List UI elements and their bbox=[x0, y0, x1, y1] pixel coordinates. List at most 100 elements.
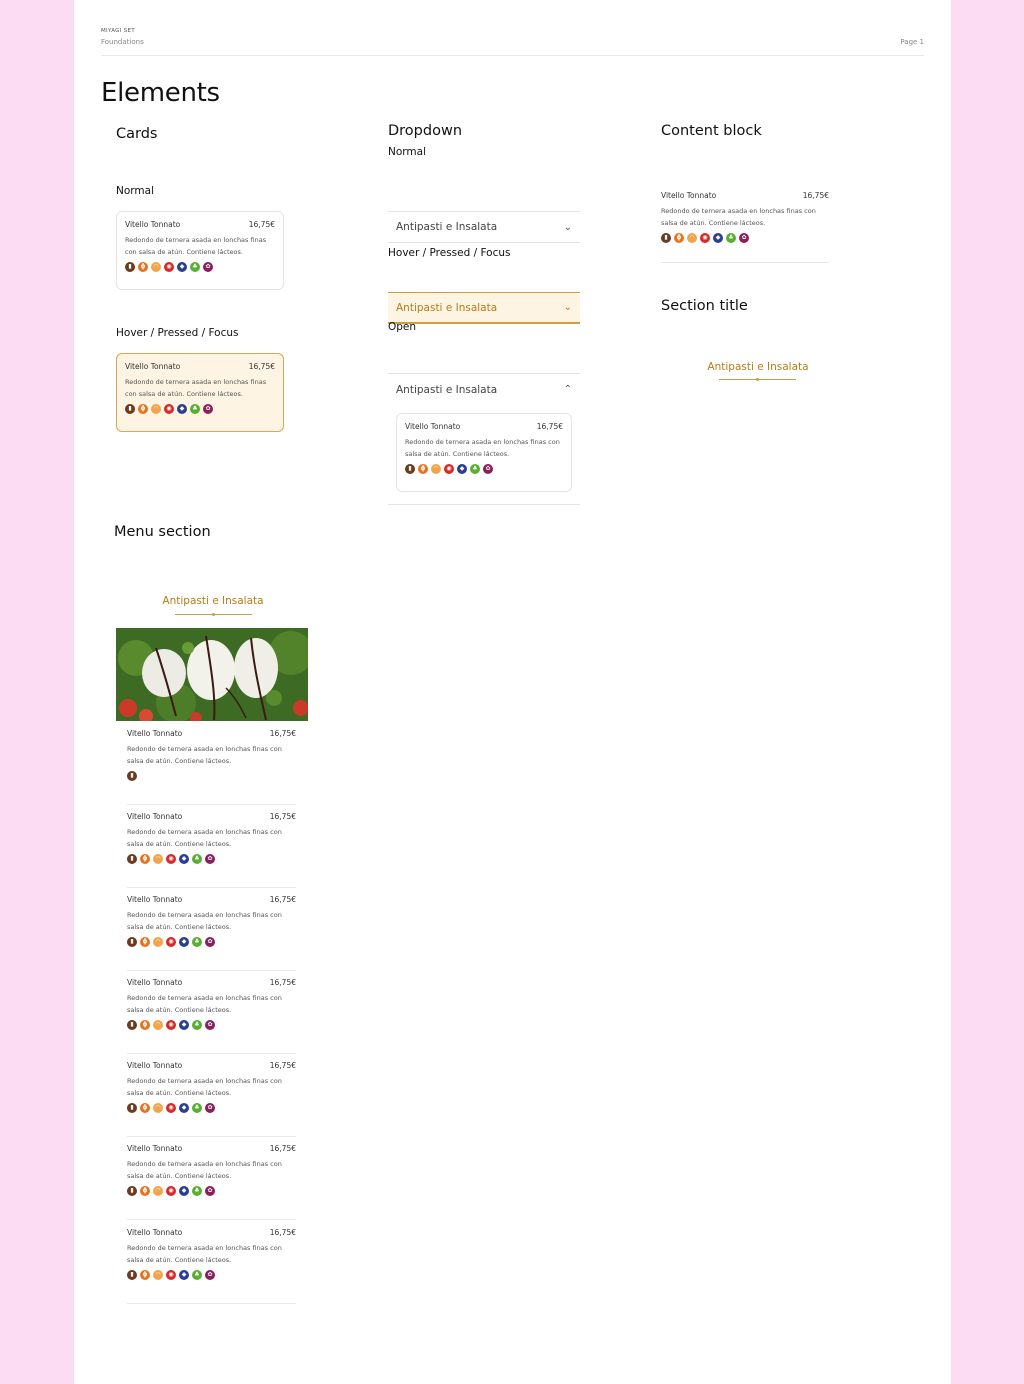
egg-icon: ◠ bbox=[153, 1186, 163, 1196]
sulphite-icon: ✿ bbox=[205, 937, 215, 947]
item-description: Redondo de ternera asada en lonchas fina… bbox=[125, 378, 267, 398]
content-block[interactable]: Vitello Tonnato 16,75€ Redondo de ternera… bbox=[661, 191, 829, 263]
item-name: Vitello Tonnato bbox=[127, 895, 183, 904]
item-price: 16,75€ bbox=[269, 978, 296, 987]
item-description: Redondo de ternera asada en lonchas fina… bbox=[127, 1244, 282, 1264]
fish-icon: ◆ bbox=[179, 937, 189, 947]
dropdown-label: Antipasti e Insalata bbox=[396, 301, 498, 314]
dairy-icon: ▮ bbox=[127, 937, 137, 947]
menu-section-title: Antipasti e Insalata bbox=[162, 595, 264, 607]
dropdown-open[interactable]: Antipasti e Insalata ⌃ bbox=[388, 373, 580, 405]
egg-icon: ◠ bbox=[151, 262, 161, 272]
allergen-icons: ▮ ɸ ◠ ◉ ◆ ♣ ✿ bbox=[661, 233, 829, 243]
fish-icon: ◆ bbox=[179, 1186, 189, 1196]
dropdown-open-card[interactable]: Vitello Tonnato 16,75€ Redondo de ternera… bbox=[396, 413, 572, 492]
egg-icon: ◠ bbox=[151, 404, 161, 414]
menu-item[interactable]: Vitello Tonnato 16,75€ Redondo de ternera … bbox=[127, 1228, 296, 1304]
nuts-icon: ◉ bbox=[166, 937, 176, 947]
nuts-icon: ◉ bbox=[166, 1020, 176, 1030]
gluten-icon: ɸ bbox=[418, 464, 428, 474]
menu-item[interactable]: Vitello Tonnato 16,75€ Redondo de ternera … bbox=[127, 812, 296, 888]
fish-icon: ◆ bbox=[457, 464, 467, 474]
nuts-icon: ◉ bbox=[166, 1186, 176, 1196]
menu-item[interactable]: Vitello Tonnato 16,75€ Redondo de ternera … bbox=[127, 1061, 296, 1137]
gluten-icon: ɸ bbox=[674, 233, 684, 243]
egg-icon: ◠ bbox=[153, 854, 163, 864]
section-title-heading: Section title bbox=[661, 298, 748, 314]
menu-section-photo bbox=[116, 628, 308, 721]
menu-item[interactable]: Vitello Tonnato 16,75€ Redondo de ternera … bbox=[127, 1144, 296, 1220]
cards-heading: Cards bbox=[116, 126, 158, 142]
menu-card-hover[interactable]: Vitello Tonnato 16,75€ Redondo de ternera… bbox=[116, 353, 284, 432]
item-name: Vitello Tonnato bbox=[127, 978, 183, 987]
nuts-icon: ◉ bbox=[444, 464, 454, 474]
egg-icon: ◠ bbox=[153, 937, 163, 947]
celery-icon: ♣ bbox=[192, 1020, 202, 1030]
item-description: Redondo de ternera asada en lonchas fina… bbox=[405, 438, 560, 458]
dropdown-open-bottom-divider bbox=[388, 504, 580, 505]
fish-icon: ◆ bbox=[179, 854, 189, 864]
celery-icon: ♣ bbox=[726, 233, 736, 243]
gluten-icon: ɸ bbox=[140, 1103, 150, 1113]
gluten-icon: ɸ bbox=[140, 1186, 150, 1196]
celery-icon: ♣ bbox=[192, 1270, 202, 1280]
dairy-icon: ▮ bbox=[661, 233, 671, 243]
dairy-icon: ▮ bbox=[127, 1103, 137, 1113]
nuts-icon: ◉ bbox=[700, 233, 710, 243]
nuts-icon: ◉ bbox=[164, 262, 174, 272]
dairy-icon: ▮ bbox=[405, 464, 415, 474]
menu-item[interactable]: Vitello Tonnato 16,75€ Redondo de ternera … bbox=[127, 895, 296, 971]
allergen-icons: ▮ ɸ ◠ ◉ ◆ ♣ ✿ bbox=[125, 404, 275, 414]
celery-icon: ♣ bbox=[192, 1103, 202, 1113]
item-price: 16,75€ bbox=[269, 1061, 296, 1070]
dropdown-hover[interactable]: Antipasti e Insalata ⌄ bbox=[388, 292, 580, 324]
dairy-icon: ▮ bbox=[127, 854, 137, 864]
menu-item[interactable]: Vitello Tonnato 16,75€ Redondo de ternera … bbox=[127, 978, 296, 1054]
salad-image bbox=[116, 628, 308, 721]
page-number: Page 1 bbox=[900, 38, 924, 46]
item-name: Vitello Tonnato bbox=[127, 729, 183, 738]
chevron-up-icon: ⌃ bbox=[563, 384, 572, 395]
dairy-icon: ▮ bbox=[127, 1270, 137, 1280]
dropdown-label: Antipasti e Insalata bbox=[396, 383, 498, 396]
sulphite-icon: ✿ bbox=[739, 233, 749, 243]
item-price: 16,75€ bbox=[248, 220, 275, 229]
dairy-icon: ▮ bbox=[125, 404, 135, 414]
item-name: Vitello Tonnato bbox=[125, 220, 181, 229]
sulphite-icon: ✿ bbox=[205, 1270, 215, 1280]
allergen-icons: ▮ ɸ ◠ ◉ ◆ ♣ ✿ bbox=[127, 1020, 296, 1030]
dropdown-open-label: Open bbox=[388, 321, 417, 333]
celery-icon: ♣ bbox=[190, 262, 200, 272]
nuts-icon: ◉ bbox=[166, 1103, 176, 1113]
sulphite-icon: ✿ bbox=[205, 1186, 215, 1196]
section-title-text: Antipasti e Insalata bbox=[707, 361, 809, 373]
fish-icon: ◆ bbox=[177, 404, 187, 414]
dropdown-normal-label: Normal bbox=[388, 146, 426, 158]
item-description: Redondo de ternera asada en lonchas fina… bbox=[125, 236, 267, 256]
dairy-icon: ▮ bbox=[127, 1186, 137, 1196]
dropdown-heading: Dropdown bbox=[388, 123, 463, 139]
allergen-icons: ▮ ɸ ◠ ◉ ◆ ♣ ✿ bbox=[127, 937, 296, 947]
item-price: 16,75€ bbox=[269, 729, 296, 738]
item-price: 16,75€ bbox=[269, 812, 296, 821]
menu-card-normal[interactable]: Vitello Tonnato 16,75€ Redondo de ternera… bbox=[116, 211, 284, 290]
allergen-icons: ▮ ɸ ◠ ◉ ◆ ♣ ✿ bbox=[127, 1270, 296, 1280]
egg-icon: ◠ bbox=[153, 1103, 163, 1113]
celery-icon: ♣ bbox=[192, 1186, 202, 1196]
item-price: 16,75€ bbox=[269, 1228, 296, 1237]
allergen-icons: ▮ ɸ ◠ ◉ ◆ ♣ ✿ bbox=[127, 1103, 296, 1113]
dropdown-normal[interactable]: Antipasti e Insalata ⌄ bbox=[388, 211, 580, 243]
sulphite-icon: ✿ bbox=[203, 404, 213, 414]
item-price: 16,75€ bbox=[248, 362, 275, 371]
item-price: 16,75€ bbox=[802, 191, 829, 200]
fish-icon: ◆ bbox=[179, 1103, 189, 1113]
item-name: Vitello Tonnato bbox=[127, 1061, 183, 1070]
set-label: MIYAGI SET bbox=[101, 28, 135, 34]
egg-icon: ◠ bbox=[153, 1020, 163, 1030]
celery-icon: ♣ bbox=[192, 937, 202, 947]
gluten-icon: ɸ bbox=[140, 937, 150, 947]
menu-item[interactable]: Vitello Tonnato 16,75€ Redondo de ternera … bbox=[127, 729, 296, 805]
chevron-down-icon: ⌄ bbox=[563, 302, 572, 313]
allergen-icons: ▮ ɸ ◠ ◉ ◆ ♣ ✿ bbox=[125, 262, 275, 272]
gluten-icon: ɸ bbox=[138, 262, 148, 272]
